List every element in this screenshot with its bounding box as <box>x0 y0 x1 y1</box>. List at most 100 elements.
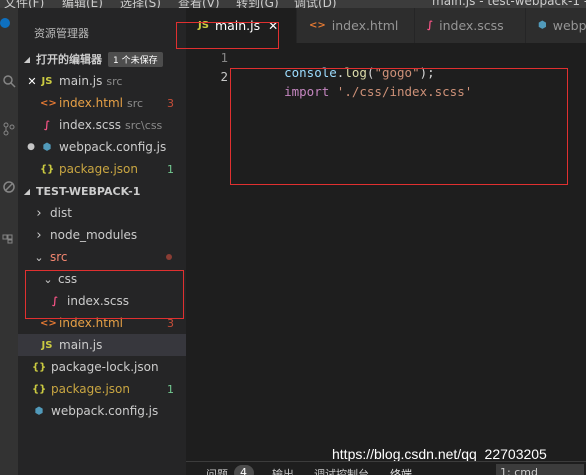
editor-tabs: JS main.js ✕ <> index.html ∫ index.scss … <box>186 8 586 43</box>
line-number: 2 <box>220 69 228 84</box>
menu-bar: 文件(F) 编辑(E) 选择(S) 查看(V) 转到(G) 调试(D) main… <box>0 0 586 8</box>
close-icon[interactable]: ✕ <box>268 19 278 33</box>
file-path: src <box>106 74 123 88</box>
folder-name: css <box>58 272 78 286</box>
json-file-icon: {} <box>40 163 55 175</box>
chevron-down-icon: ◢ <box>23 186 31 196</box>
problem-count: 3 <box>167 96 174 110</box>
open-editor-webpack-config[interactable]: ● ⬢ webpack.config.js <box>18 136 186 158</box>
activity-bar <box>0 8 18 475</box>
file-name: webpack.config.js <box>51 404 159 418</box>
file-path: src\css <box>125 118 163 132</box>
webpack-file-icon: ⬢ <box>538 20 547 31</box>
tab-label: index.scss <box>439 18 504 33</box>
open-editor-package-json[interactable]: {} package.json 1 <box>18 158 186 180</box>
debug-icon[interactable] <box>2 180 16 194</box>
scss-file-icon: ∫ <box>427 20 434 31</box>
tree-folder-dist[interactable]: › dist <box>18 202 186 224</box>
menu-debug[interactable]: 调试(D) <box>294 0 337 8</box>
window-title: main.js - test-webpack-1 - <box>432 0 586 8</box>
folder-name: dist <box>50 206 72 220</box>
javascript-file-icon: JS <box>41 339 53 351</box>
file-name: main.js <box>59 74 103 88</box>
tab-main-js[interactable]: JS main.js ✕ <box>186 8 296 43</box>
code-editor[interactable]: 1 console.log("gogo"); 2 import './css/i… <box>186 43 586 461</box>
open-editors-header[interactable]: ◢ 打开的编辑器 1 个未保存 <box>18 48 186 70</box>
javascript-file-icon: JS <box>198 20 209 31</box>
chevron-down-icon: ◢ <box>23 54 31 64</box>
extensions-icon[interactable] <box>2 230 16 244</box>
tab-debug-console[interactable]: 调试控制台 <box>314 466 369 475</box>
open-editor-index-html[interactable]: <> index.html src 3 <box>18 92 186 114</box>
tab-problems[interactable]: 问题 <box>206 466 228 475</box>
project-header[interactable]: ◢ TEST-WEBPACK-1 <box>18 180 186 202</box>
file-name: index.html <box>59 96 123 110</box>
chevron-right-icon: › <box>36 205 42 221</box>
search-icon[interactable] <box>2 74 16 88</box>
unsaved-dot-icon[interactable]: ● <box>18 142 40 152</box>
file-name: package.json <box>59 162 139 176</box>
json-file-icon: {} <box>32 361 47 373</box>
project-label: TEST-WEBPACK-1 <box>36 184 141 198</box>
file-name: main.js <box>59 338 103 352</box>
code-token: import <box>284 84 330 99</box>
unsaved-badge: 1 个未保存 <box>108 51 163 67</box>
menu-file[interactable]: 文件(F) <box>4 0 44 8</box>
tree-file-main-js[interactable]: JS main.js <box>18 334 186 356</box>
close-icon[interactable]: ✕ <box>18 75 40 88</box>
tree-folder-src[interactable]: ⌄ src <box>18 246 186 268</box>
problem-count: 4 <box>240 466 247 475</box>
tree-file-package-lock-json[interactable]: {} package-lock.json <box>18 356 186 378</box>
html-file-icon: <> <box>309 20 326 31</box>
tab-output[interactable]: 输出 <box>272 466 294 475</box>
open-editors-label: 打开的编辑器 <box>36 53 102 66</box>
menu-view[interactable]: 查看(V) <box>178 0 220 8</box>
file-name: webpack.config.js <box>59 140 167 154</box>
tab-index-scss[interactable]: ∫ index.scss <box>415 8 525 43</box>
problem-count: 1 <box>167 162 174 176</box>
tab-webpack-config[interactable]: ⬢ webpack.config.js <box>526 8 586 43</box>
webpack-file-icon: ⬢ <box>34 405 44 417</box>
tree-file-webpack-config[interactable]: ⬢ webpack.config.js <box>18 400 186 422</box>
scss-file-icon: ∫ <box>51 295 59 307</box>
line-number: 1 <box>220 50 228 65</box>
file-name: index.html <box>59 316 123 330</box>
file-name: index.scss <box>59 118 121 132</box>
file-name: index.scss <box>67 294 129 308</box>
scss-file-icon: ∫ <box>43 119 51 131</box>
tree-file-index-html[interactable]: <> index.html 3 <box>18 312 186 334</box>
terminal-select-value: 1: cmd <box>500 466 538 475</box>
tree-file-index-scss[interactable]: ∫ index.scss <box>18 290 186 312</box>
menu-selection[interactable]: 选择(S) <box>120 0 161 8</box>
problem-count: 1 <box>167 382 174 396</box>
html-file-icon: <> <box>40 317 57 329</box>
menu-go[interactable]: 转到(G) <box>236 0 279 8</box>
file-name: package.json <box>51 382 131 396</box>
chevron-down-icon: ⌄ <box>34 250 44 264</box>
error-dot-icon <box>166 254 172 260</box>
chevron-right-icon: › <box>36 227 42 243</box>
code-token: './css/index.scss' <box>336 84 473 99</box>
javascript-file-icon: JS <box>41 75 53 87</box>
tree-folder-node-modules[interactable]: › node_modules <box>18 224 186 246</box>
panel-tabs: 问题 4 输出 调试控制台 终端 1: cmd <box>186 461 586 475</box>
tree-file-package-json[interactable]: {} package.json 1 <box>18 378 186 400</box>
notification-dot-icon <box>0 18 10 28</box>
file-path: src <box>126 96 144 110</box>
open-editor-index-scss[interactable]: ∫ index.scss src\css <box>18 114 186 136</box>
tab-terminal[interactable]: 终端 <box>390 466 412 475</box>
folder-name: node_modules <box>50 228 138 242</box>
menu-edit[interactable]: 编辑(E) <box>62 0 103 8</box>
code-line[interactable]: import './css/index.scss' <box>254 69 472 114</box>
tab-index-html[interactable]: <> index.html <box>297 8 414 43</box>
file-name: package-lock.json <box>51 360 159 374</box>
json-file-icon: {} <box>32 383 47 395</box>
tree-folder-css[interactable]: ⌄ css <box>18 268 186 290</box>
explorer-title: 资源管理器 <box>34 27 89 40</box>
folder-name: src <box>50 250 68 264</box>
source-control-icon[interactable] <box>2 122 16 136</box>
open-editor-main-js[interactable]: ✕ JS main.js src <box>18 70 186 92</box>
webpack-file-icon: ⬢ <box>42 141 52 153</box>
tab-label: index.html <box>331 18 399 33</box>
